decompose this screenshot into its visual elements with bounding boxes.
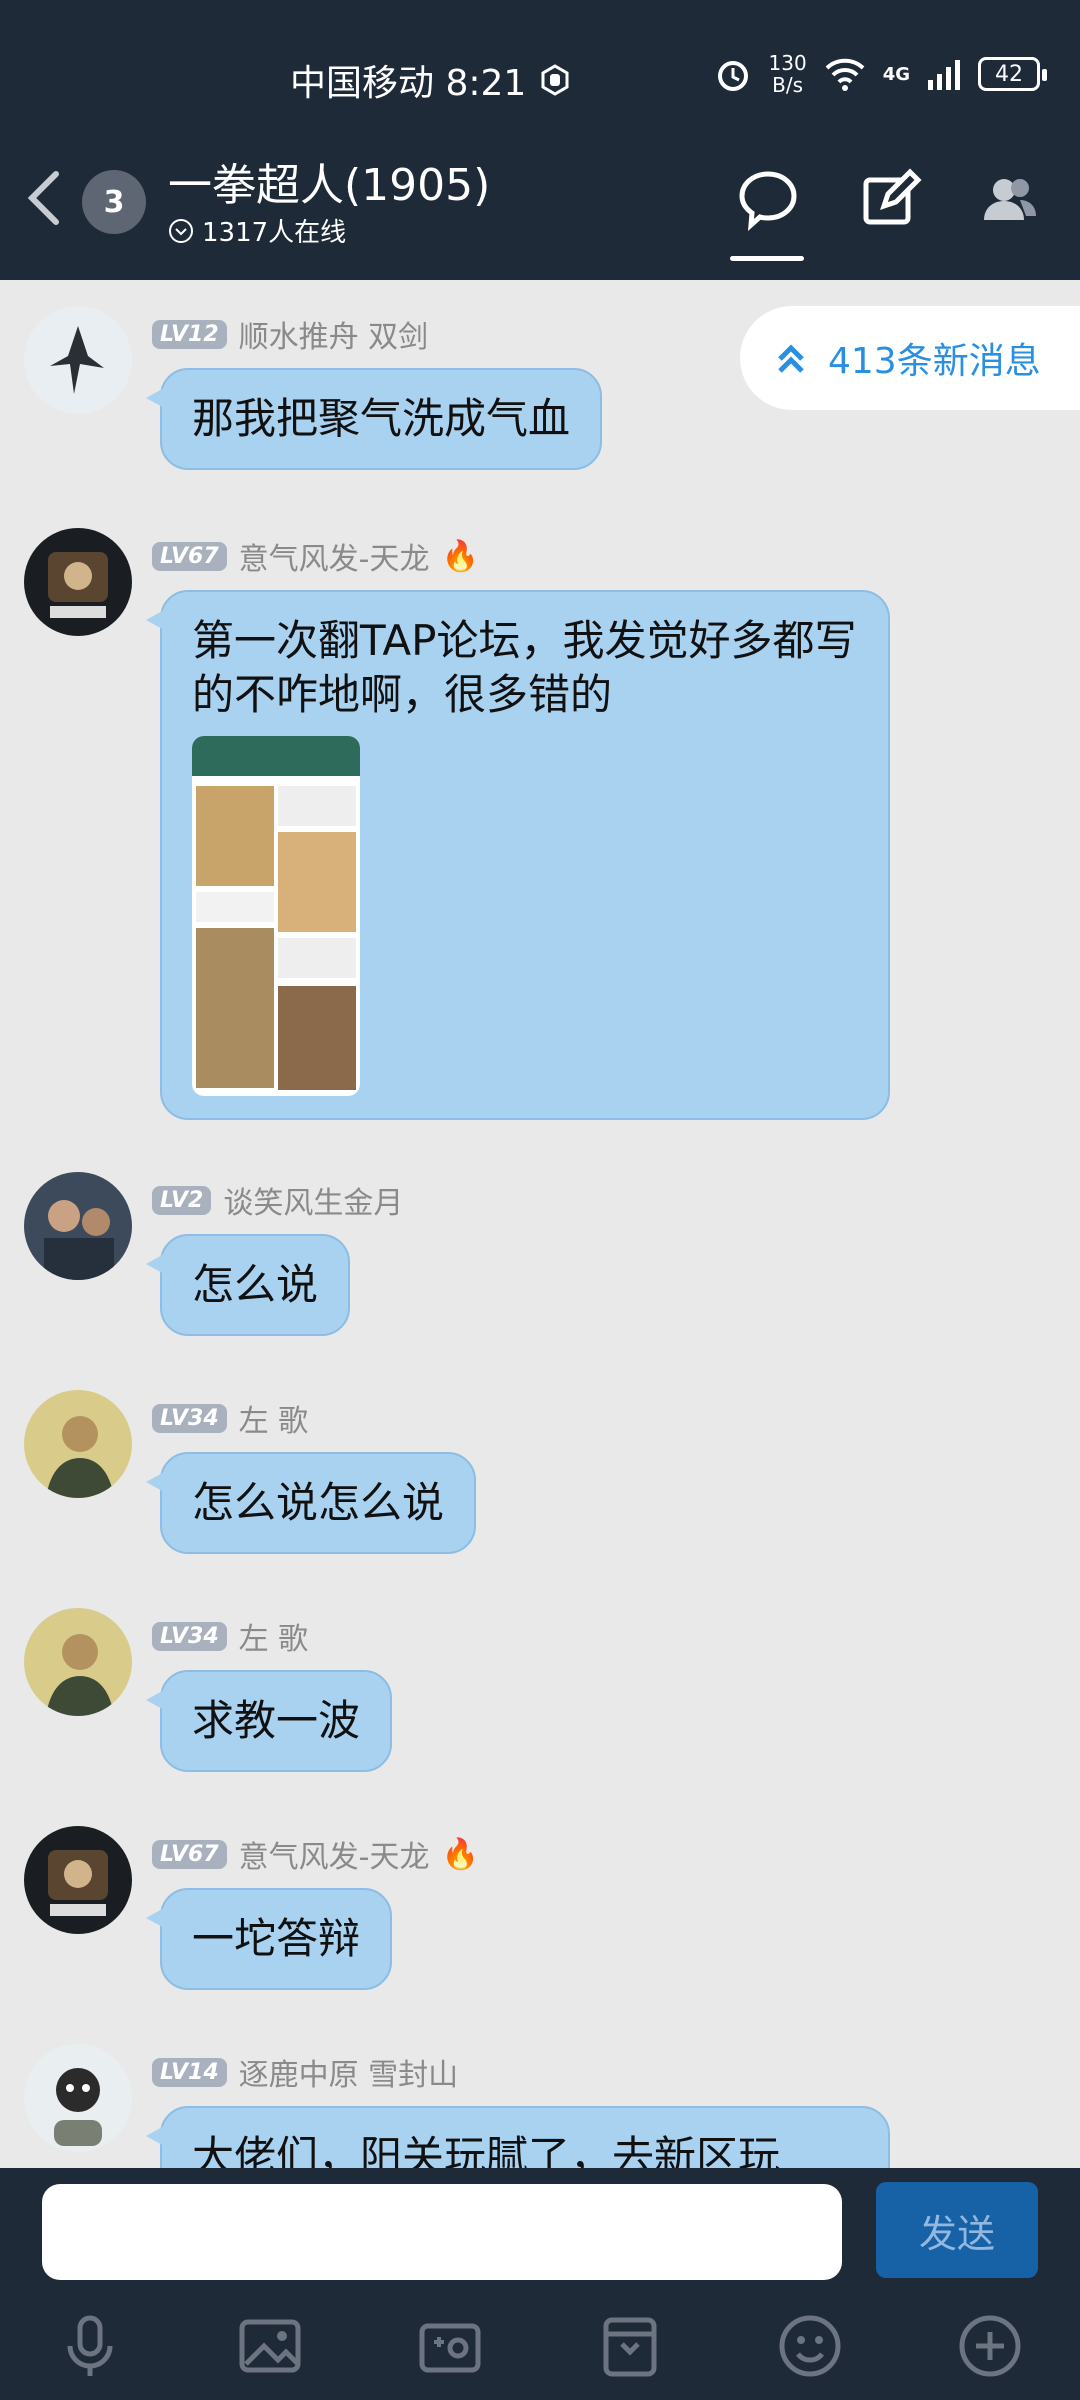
image-icon[interactable] — [234, 2310, 306, 2382]
wifi-icon — [825, 58, 865, 91]
level-badge: LV14 — [152, 2057, 227, 2087]
fire-icon: 🔥 — [441, 1836, 479, 1872]
message-item: LV2 谈笑风生金月 怎么说 — [0, 1172, 1080, 1372]
avatar[interactable] — [24, 528, 132, 636]
level-badge: LV34 — [152, 1621, 227, 1651]
file-icon[interactable] — [594, 2310, 666, 2382]
message-item: LV34 左 歌 求教一波 — [0, 1608, 1080, 1808]
signal-icon — [928, 60, 960, 90]
send-button[interactable]: 发送 — [876, 2182, 1038, 2278]
group-title: 一拳超人(1905) — [168, 160, 491, 211]
sender-meta: LV67 意气风发-天龙 🔥 — [152, 1832, 479, 1876]
unread-badge[interactable]: 3 — [82, 170, 146, 234]
battery-icon: 42 — [978, 57, 1047, 91]
composer-bar: 发送 — [0, 2168, 1080, 2292]
sender-name[interactable]: 谈笑风生金月 — [223, 1178, 403, 1222]
sender-name[interactable]: 顺水推舟 双剑 — [239, 312, 429, 356]
online-count[interactable]: 1317人在线 — [168, 212, 346, 249]
sender-name[interactable]: 意气风发-天龙 — [239, 1832, 430, 1876]
message-item: LV67 意气风发-天龙 🔥 第一次翻TAP论坛，我发觉好多都写的不咋地啊，很多… — [0, 528, 1080, 1128]
level-badge: LV67 — [152, 541, 227, 571]
message-bubble[interactable]: 怎么说怎么说 — [145, 1452, 477, 1554]
message-bubble[interactable]: 第一次翻TAP论坛，我发觉好多都写的不咋地啊，很多错的 — [146, 590, 890, 1120]
chat-header: 3 一拳超人(1905) 1317人在线 — [0, 140, 1080, 280]
screenshot-thumbnail[interactable] — [192, 736, 360, 1096]
chevron-down-circle-icon — [169, 218, 193, 243]
emoji-icon[interactable] — [774, 2310, 846, 2382]
level-badge: LV34 — [152, 1403, 227, 1433]
sender-name[interactable]: 左 歌 — [239, 1614, 309, 1658]
sender-name[interactable]: 左 歌 — [239, 1396, 309, 1440]
level-badge: LV2 — [152, 1185, 212, 1215]
message-bubble[interactable]: 怎么说 — [145, 1234, 351, 1336]
edit-icon[interactable] — [858, 168, 922, 232]
sender-name[interactable]: 逐鹿中原 雪封山 — [239, 2050, 459, 2094]
avatar[interactable] — [24, 1826, 132, 1934]
message-text: 第一次翻TAP论坛，我发觉好多都写的不咋地啊，很多错的 — [192, 616, 857, 719]
battery-level: 42 — [995, 61, 1023, 87]
active-tab-indicator — [730, 256, 804, 261]
avatar[interactable] — [24, 306, 132, 414]
sender-meta: LV67 意气风发-天龙 🔥 — [152, 534, 479, 578]
group-members-icon[interactable] — [978, 168, 1042, 232]
message-bubble[interactable]: 求教一波 — [145, 1670, 393, 1772]
avatar[interactable] — [24, 1172, 132, 1280]
sender-name[interactable]: 意气风发-天龙 — [239, 534, 430, 578]
level-badge: LV67 — [152, 1839, 227, 1869]
carrier-time-text: 中国移动 8:21 — [290, 63, 527, 104]
avatar[interactable] — [24, 2044, 132, 2152]
status-icons: 130 B/s 4G 42 — [713, 52, 1047, 96]
hand-icon — [541, 64, 569, 96]
level-badge: LV12 — [152, 319, 227, 349]
plus-icon[interactable] — [954, 2310, 1026, 2382]
sender-meta: LV34 左 歌 — [152, 1396, 308, 1440]
message-bubble[interactable]: 大佬们，阳关玩腻了，去新区玩 — [146, 2106, 890, 2168]
avatar[interactable] — [24, 1390, 132, 1498]
message-bubble[interactable]: 一坨答辩 — [145, 1888, 393, 1990]
message-item: LV67 意气风发-天龙 🔥 一坨答辩 — [0, 1826, 1080, 2026]
carrier-time: 中国移动 8:21 — [290, 54, 572, 106]
message-item: LV14 逐鹿中原 雪封山 大佬们，阳关玩腻了，去新区玩 — [0, 2044, 1080, 2168]
speed-unit: B/s — [772, 73, 804, 97]
chat-bubble-icon[interactable] — [736, 168, 800, 232]
sender-meta: LV12 顺水推舟 双剑 — [152, 312, 428, 356]
message-item: LV34 左 歌 怎么说怎么说 — [0, 1390, 1080, 1590]
sender-meta: LV2 谈笑风生金月 — [152, 1178, 403, 1222]
network-speed: 130 B/s — [769, 52, 807, 96]
sender-meta: LV14 逐鹿中原 雪封山 — [152, 2050, 458, 2094]
alarm-icon — [717, 61, 748, 91]
message-item: LV12 顺水推舟 双剑 那我把聚气洗成气血 — [0, 306, 1080, 506]
back-arrow-icon[interactable] — [20, 168, 70, 228]
message-input[interactable] — [42, 2184, 842, 2280]
fire-icon: 🔥 — [441, 538, 479, 574]
input-toolbar — [0, 2292, 1080, 2400]
sender-meta: LV34 左 歌 — [152, 1614, 308, 1658]
speed-value: 130 — [768, 51, 807, 75]
message-bubble[interactable]: 那我把聚气洗成气血 — [145, 368, 603, 470]
avatar[interactable] — [24, 1608, 132, 1716]
online-count-text: 1317人在线 — [202, 218, 347, 248]
signal-type: 4G — [882, 63, 910, 85]
mic-icon[interactable] — [54, 2310, 126, 2382]
status-bar: 中国移动 8:21 130 B/s 4G 42 — [0, 0, 1080, 140]
camera-icon[interactable] — [414, 2310, 486, 2382]
